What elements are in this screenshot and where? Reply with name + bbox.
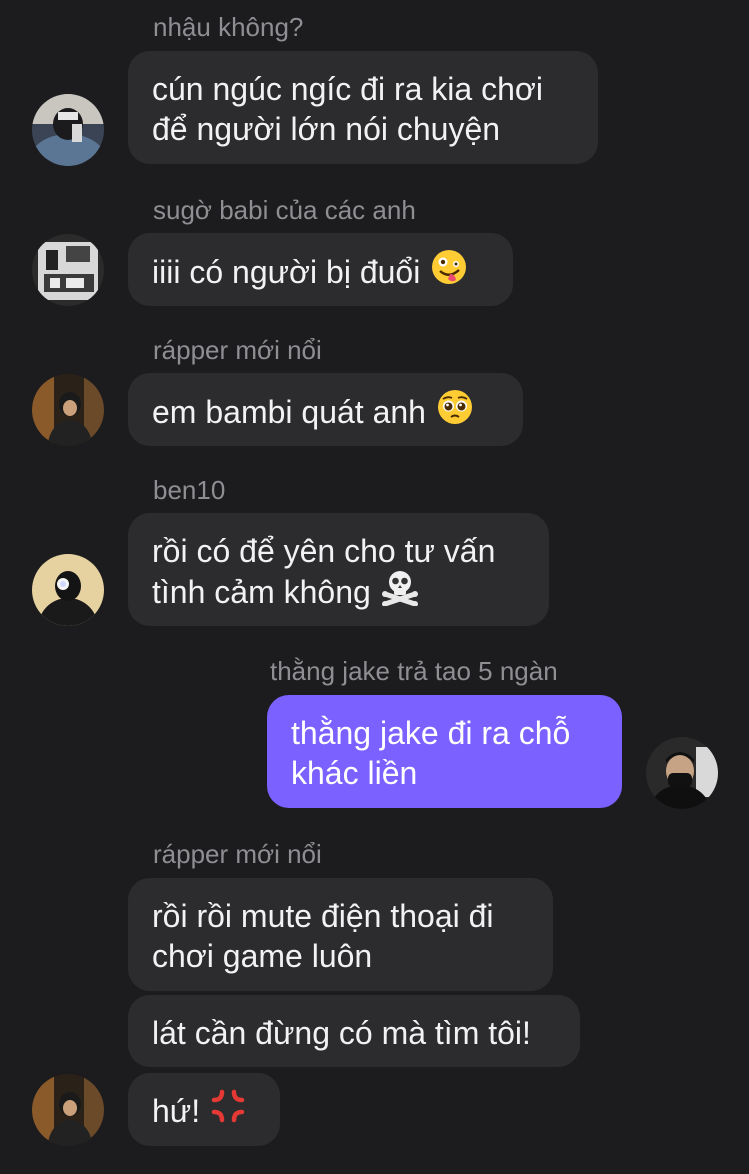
message-text-line: cún ngúc ngíc đi ra kia chơi (152, 71, 543, 107)
message-text-line: tình cảm không (152, 573, 371, 610)
message-bubble[interactable]: lát cần đừng có mà tìm tôi! (128, 995, 580, 1067)
avatar[interactable] (32, 374, 104, 446)
sender-name: rápper mới nổi (153, 335, 322, 365)
avatar[interactable] (32, 234, 104, 306)
sender-name: ben10 (153, 475, 226, 505)
avatar[interactable] (646, 737, 718, 809)
avatar[interactable] (32, 554, 104, 626)
message-text-line: để người lớn nói chuyện (152, 111, 501, 147)
message-text-line: rồi có để yên cho tư vấn (152, 533, 496, 569)
message-bubble[interactable]: cún ngúc ngíc đi ra kia chơi để người lớ… (128, 51, 598, 164)
sender-name: sugờ babi của các anh (153, 195, 416, 225)
anger-symbol-icon (210, 1088, 246, 1133)
message-bubble[interactable]: rồi rồi mute điện thoại đi chơi game luô… (128, 878, 553, 991)
message-bubble[interactable]: iiii có người bị đuổi (128, 233, 513, 306)
message-text-line: chơi game luôn (152, 938, 373, 974)
message-bubble-self[interactable]: thằng jake đi ra chỗ khác liền (267, 695, 622, 808)
sender-name: rápper mới nổi (153, 839, 322, 869)
avatar[interactable] (32, 1074, 104, 1146)
sender-name: thằng jake trả tao 5 ngàn (270, 656, 558, 686)
message-text: iiii có người bị đuổi (152, 253, 421, 290)
message-text-line: thằng jake đi ra chỗ (291, 715, 571, 751)
message-text: hứ! (152, 1093, 201, 1129)
message-text: em bambi quát anh (152, 393, 426, 430)
message-text-line: rồi rồi mute điện thoại đi (152, 898, 494, 934)
skull-crossbones-icon (381, 568, 419, 615)
zany-face-icon (430, 248, 468, 295)
message-text-line: khác liền (291, 755, 418, 791)
message-bubble[interactable]: rồi có để yên cho tư vấn tình cảm không (128, 513, 549, 626)
pleading-face-icon (436, 388, 474, 435)
avatar[interactable] (32, 94, 104, 166)
message-text: lát cần đừng có mà tìm tôi! (152, 1015, 531, 1051)
message-bubble[interactable]: hứ! (128, 1073, 280, 1146)
message-bubble[interactable]: em bambi quát anh (128, 373, 523, 446)
sender-name: nhậu không? (153, 12, 304, 42)
